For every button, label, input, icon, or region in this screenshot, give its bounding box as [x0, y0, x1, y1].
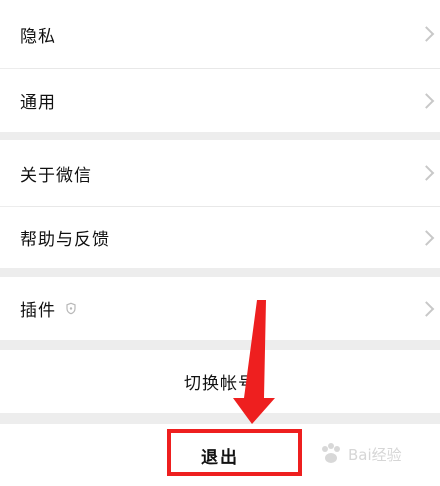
logout-highlight-box [167, 429, 302, 476]
chevron-right-icon [418, 26, 435, 42]
chevron-right-icon [418, 92, 435, 109]
settings-item-help-feedback[interactable]: 帮助与反馈 [0, 207, 440, 268]
settings-item-label: 插件 [20, 301, 56, 321]
settings-item-label: 通用 [20, 93, 56, 113]
watermark: Bai经验 [318, 432, 436, 476]
settings-item-about[interactable]: 关于微信 [0, 140, 440, 206]
shield-icon [66, 299, 76, 318]
switch-account-button[interactable]: 切换帐号 [0, 350, 440, 413]
settings-item-general[interactable]: 通用 [0, 69, 440, 132]
settings-item-plugins[interactable]: 插件 [0, 277, 440, 340]
settings-item-privacy[interactable]: 隐私 [0, 0, 440, 68]
chevron-right-icon [418, 300, 435, 317]
settings-item-label: 帮助与反馈 [20, 230, 110, 250]
paw-icon [322, 443, 340, 463]
chevron-right-icon [418, 165, 435, 181]
chevron-right-icon [418, 229, 435, 246]
switch-account-label: 切换帐号 [184, 374, 256, 394]
settings-item-label: 关于微信 [20, 165, 92, 186]
watermark-text: Bai经验 [348, 445, 402, 464]
settings-item-label: 隐私 [20, 26, 56, 47]
